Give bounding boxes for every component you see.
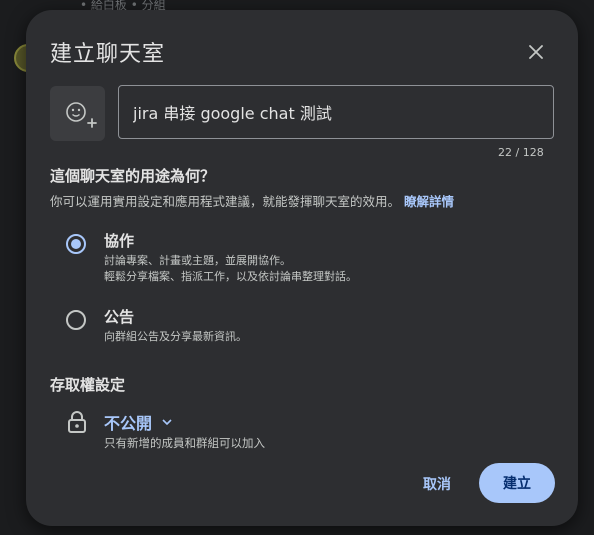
cancel-button[interactable]: 取消 xyxy=(410,466,464,502)
char-counter: 22 / 128 xyxy=(498,146,544,159)
option-description: 向群組公告及分享最新資訊。 xyxy=(104,330,247,343)
purpose-description: 你可以運用實用設定和應用程式建議，就能發揮聊天室的效用。 瞭解詳情 xyxy=(50,191,454,210)
access-heading: 存取權設定 xyxy=(50,376,126,394)
access-value: 不公開 xyxy=(104,414,153,433)
create-space-dialog: 建立聊天室 22 / 128 這個聊天室的用途為何？ 你可以運用實用設定和應用程… xyxy=(26,10,578,526)
option-title: 公告 xyxy=(104,308,135,326)
purpose-description-text: 你可以運用實用設定和應用程式建議，就能發揮聊天室的效用。 xyxy=(50,194,401,209)
close-icon xyxy=(529,45,543,59)
access-description: 只有新增的成員和群組可以加入 xyxy=(104,436,265,450)
collaboration-radio[interactable] xyxy=(66,234,86,254)
dialog-title: 建立聊天室 xyxy=(50,42,166,67)
option-description: 討論專案、計畫或主題，並展開協作。 輕鬆分享檔案、指派工作，以及依討論串整理對話… xyxy=(104,254,357,283)
space-name-input[interactable] xyxy=(118,85,554,139)
access-dropdown[interactable]: 不公開 xyxy=(104,410,172,434)
close-button[interactable] xyxy=(522,38,550,66)
chevron-down-icon xyxy=(162,419,172,425)
create-button[interactable]: 建立 xyxy=(479,463,555,503)
add-emoji-button[interactable] xyxy=(50,86,105,141)
lock-icon xyxy=(68,411,86,433)
option-title: 協作 xyxy=(104,232,135,250)
announcement-radio[interactable] xyxy=(66,310,86,330)
learn-more-link[interactable]: 瞭解詳情 xyxy=(404,194,454,209)
add-emoji-icon xyxy=(66,102,97,128)
purpose-heading: 這個聊天室的用途為何？ xyxy=(50,167,216,185)
